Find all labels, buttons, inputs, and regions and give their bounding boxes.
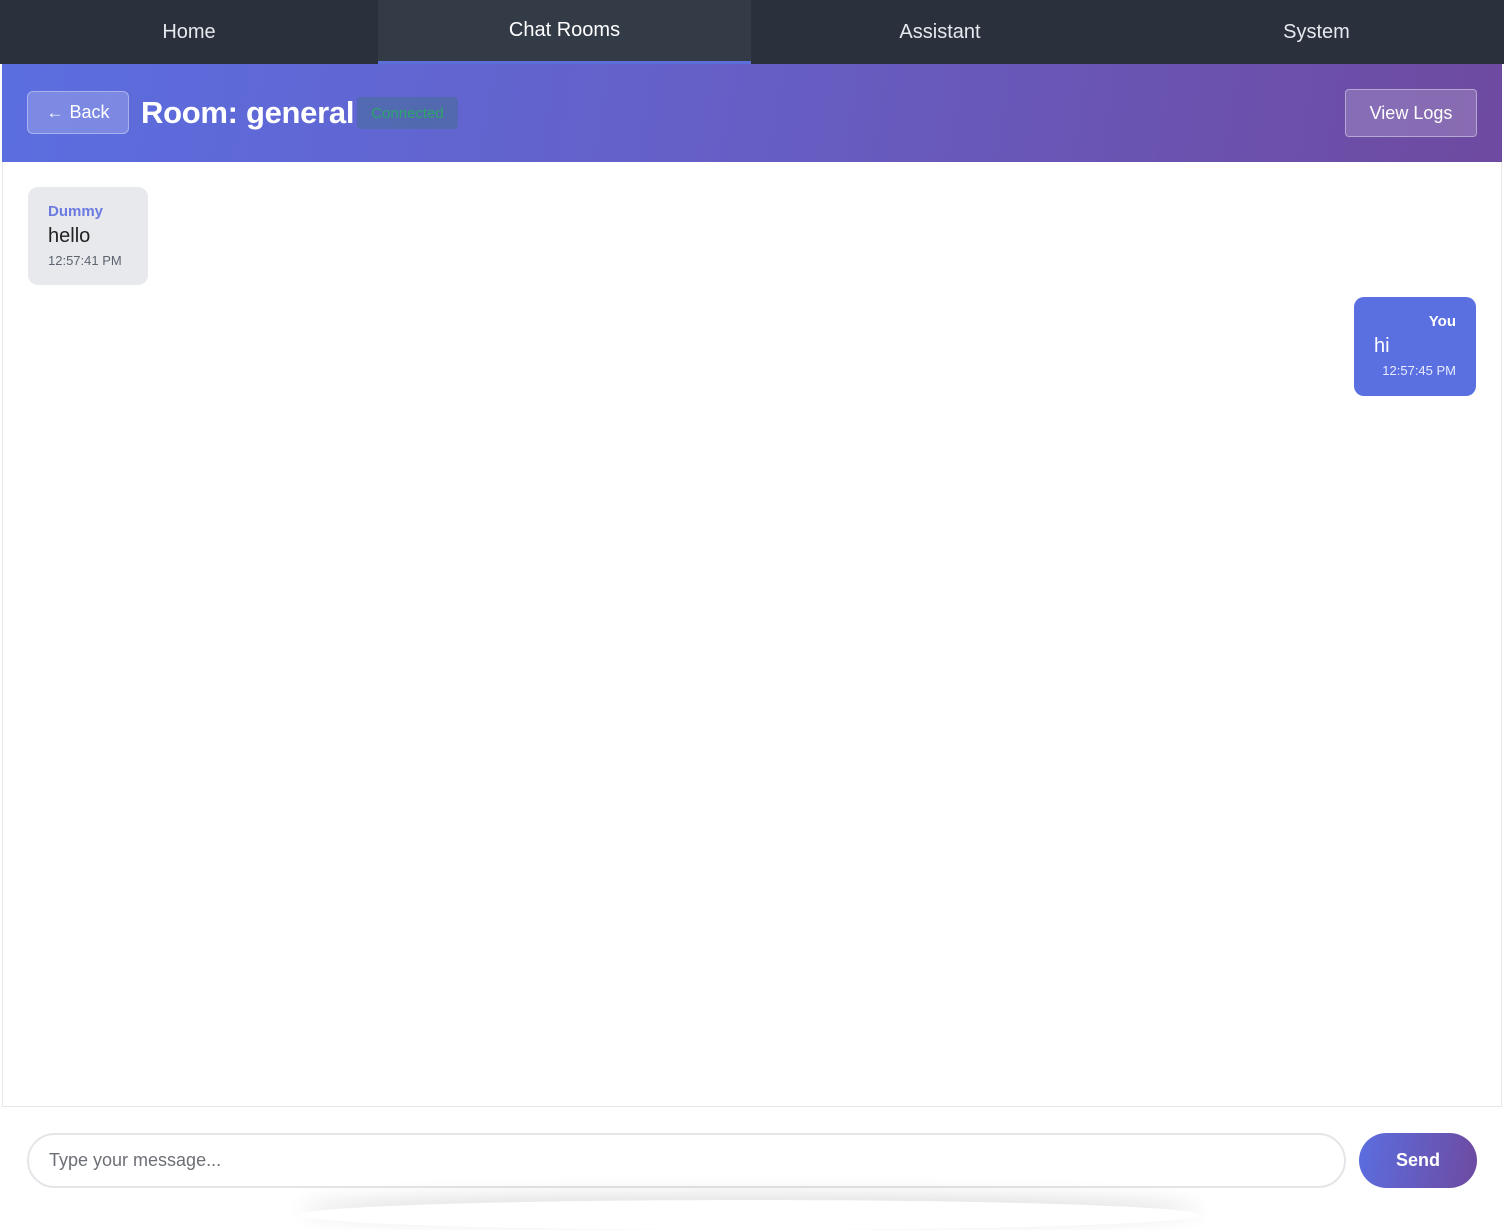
back-button[interactable]: ← Back — [27, 91, 129, 134]
tab-system[interactable]: System — [1129, 0, 1504, 64]
message-bubble-incoming: Dummy hello 12:57:41 PM — [28, 187, 148, 285]
message-time: 12:57:41 PM — [48, 253, 122, 268]
message-composer: Send — [2, 1106, 1502, 1212]
send-button[interactable]: Send — [1359, 1133, 1477, 1188]
room-header: ← Back Room: general Connected View Logs — [2, 64, 1502, 162]
message-time: 12:57:45 PM — [1382, 363, 1456, 378]
status-badge: Connected — [357, 97, 458, 129]
message-sender: You — [1428, 313, 1456, 330]
back-button-label: Back — [69, 102, 110, 122]
message-text: hi — [1374, 335, 1390, 357]
message-input[interactable] — [27, 1133, 1346, 1188]
message-sender: Dummy — [48, 203, 104, 220]
tab-home[interactable]: Home — [0, 0, 378, 64]
chat-room-panel: ← Back Room: general Connected View Logs… — [2, 64, 1502, 1212]
room-title: Room: general — [141, 95, 355, 130]
top-nav: Home Chat Rooms Assistant System — [0, 0, 1504, 64]
view-logs-button[interactable]: View Logs — [1345, 89, 1477, 137]
arrow-left-icon: ← — [46, 103, 64, 122]
tab-assistant[interactable]: Assistant — [751, 0, 1129, 64]
message-text: hello — [48, 225, 91, 247]
message-bubble-outgoing: You hi 12:57:45 PM — [1354, 297, 1476, 396]
message-list[interactable]: Dummy hello 12:57:41 PM You hi 12:57:45 … — [2, 162, 1502, 1106]
tab-chat-rooms[interactable]: Chat Rooms — [378, 0, 751, 64]
